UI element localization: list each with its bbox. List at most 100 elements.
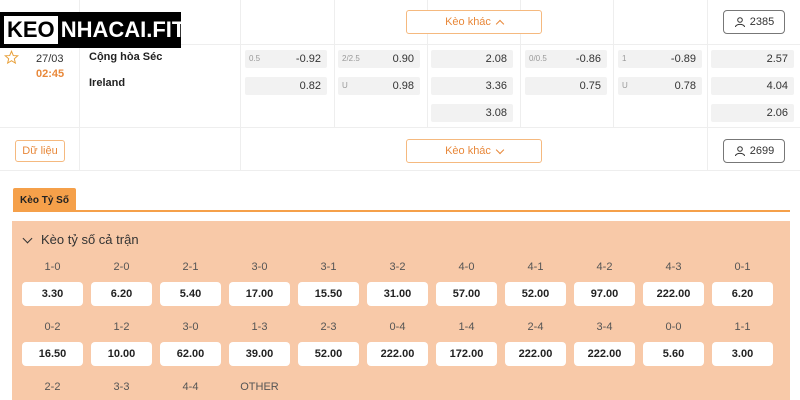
score-odds-button[interactable]: 6.20 <box>712 282 773 306</box>
score-label: 2-4 <box>527 321 544 333</box>
score-odds-button[interactable]: 6.20 <box>91 282 152 306</box>
odds-cell[interactable]: 4.04 <box>711 77 794 95</box>
score-label: 3-4 <box>596 321 613 333</box>
total-line: U <box>622 81 628 90</box>
score-label: 4-4 <box>182 381 199 393</box>
score-odds-button[interactable]: 16.50 <box>22 342 83 366</box>
odds-value: 4.04 <box>766 80 788 92</box>
score-odds-button[interactable]: 62.00 <box>160 342 221 366</box>
score-odds-button[interactable]: 222.00 <box>574 342 635 366</box>
odds-cell[interactable]: 0/0.5 -0.86 <box>525 50 607 68</box>
score-odds-button[interactable]: 17.00 <box>229 282 290 306</box>
odds-value: 3.08 <box>485 107 507 119</box>
score-label: 3-0 <box>182 321 199 333</box>
odds-value: -0.89 <box>670 53 696 65</box>
odds-cell[interactable]: 2.08 <box>431 50 513 68</box>
odds-value: 2.57 <box>766 53 788 65</box>
handicap-line: 0.5 <box>249 54 261 63</box>
odds-cell[interactable]: 2.06 <box>711 104 794 122</box>
total-line: U <box>342 81 348 90</box>
score-label: 1-1 <box>734 321 751 333</box>
data-button-label: Dữ liệu <box>22 145 58 157</box>
odds-cell[interactable]: 3.36 <box>431 77 513 95</box>
row-divider <box>0 170 800 171</box>
user-icon <box>734 146 745 157</box>
score-label: 2-0 <box>113 261 130 273</box>
score-label: 1-4 <box>458 321 475 333</box>
score-label: OTHER <box>240 381 279 393</box>
chevron-up-icon <box>495 19 505 28</box>
more-odds-label: Kèo khác <box>445 16 491 28</box>
score-odds-button[interactable]: 222.00 <box>643 282 704 306</box>
odds-value: 3.36 <box>485 80 507 92</box>
odds-cell[interactable]: 3.08 <box>431 104 513 122</box>
panel-title: Kèo tỷ số cả trận <box>41 232 139 247</box>
score-label: 2-1 <box>182 261 199 273</box>
score-odds-button[interactable]: 3.00 <box>712 342 773 366</box>
score-odds-button[interactable]: 31.00 <box>367 282 428 306</box>
score-label: 1-3 <box>251 321 268 333</box>
score-odds-button[interactable]: 3.30 <box>22 282 83 306</box>
column-divider <box>613 0 614 128</box>
odds-value: 0.90 <box>392 53 414 65</box>
score-odds-button[interactable]: 52.00 <box>505 282 566 306</box>
score-label: 0-2 <box>44 321 61 333</box>
away-team[interactable]: Ireland <box>89 77 125 89</box>
odds-cell[interactable]: 0.82 <box>245 77 327 95</box>
correct-score-panel: Kèo tỷ số cả trận 1-0 3.30 2-0 6.20 2-1 5.40 3… <box>12 221 790 400</box>
odds-cell[interactable]: 1 -0.89 <box>618 50 702 68</box>
more-odds-label: Kèo khác <box>445 145 491 157</box>
score-odds-button[interactable]: 222.00 <box>505 342 566 366</box>
odds-cell[interactable]: 0.5 -0.92 <box>245 50 327 68</box>
score-label: 2-3 <box>320 321 337 333</box>
odds-cell[interactable]: U 0.98 <box>338 77 420 95</box>
stats-count-button[interactable]: 2699 <box>723 139 785 163</box>
handicap-line: 0/0.5 <box>529 54 547 63</box>
chevron-down-icon <box>495 145 505 154</box>
odds-cell[interactable]: 0.75 <box>525 77 607 95</box>
stats-count-button[interactable]: 2385 <box>723 10 785 34</box>
score-odds-button[interactable]: 15.50 <box>298 282 359 306</box>
tab-correct-score[interactable]: Kèo Tỷ Số <box>13 188 76 212</box>
score-label: 0-4 <box>389 321 406 333</box>
column-divider <box>707 0 708 170</box>
score-odds-button[interactable]: 5.60 <box>643 342 704 366</box>
odds-cell[interactable]: 2.57 <box>711 50 794 68</box>
match-date: 27/03 <box>36 53 64 65</box>
score-label: 4-0 <box>458 261 475 273</box>
score-label: 4-1 <box>527 261 544 273</box>
score-odds-button[interactable]: 10.00 <box>91 342 152 366</box>
site-logo[interactable]: KEO NHACAI.FIT <box>0 12 185 48</box>
score-odds-button[interactable]: 5.40 <box>160 282 221 306</box>
score-label: 4-3 <box>665 261 682 273</box>
odds-tab-bar: Kèo Tỷ Số <box>13 188 790 212</box>
stats-count: 2385 <box>749 16 775 28</box>
score-label: 2-2 <box>44 381 61 393</box>
favorite-star-icon[interactable] <box>4 50 19 65</box>
score-odds-button[interactable]: 39.00 <box>229 342 290 366</box>
chevron-down-icon <box>22 233 33 243</box>
total-line: 2/2.5 <box>342 54 360 63</box>
score-label: 1-2 <box>113 321 130 333</box>
home-team[interactable]: Cộng hòa Séc <box>89 51 162 63</box>
column-divider <box>240 0 241 170</box>
odds-cell[interactable]: 2/2.5 0.90 <box>338 50 420 68</box>
more-odds-button[interactable]: Kèo khác <box>406 10 542 34</box>
logo-domain: NHACAI.FIT <box>60 17 186 42</box>
score-odds-button[interactable]: 222.00 <box>367 342 428 366</box>
stats-count: 2699 <box>749 145 775 157</box>
score-odds-button[interactable]: 52.00 <box>298 342 359 366</box>
odds-value: 0.78 <box>674 80 696 92</box>
logo-keo: KEO <box>4 16 58 44</box>
score-odds-button[interactable]: 57.00 <box>436 282 497 306</box>
row-divider <box>0 127 800 128</box>
score-odds-button[interactable]: 172.00 <box>436 342 497 366</box>
score-label: 4-2 <box>596 261 613 273</box>
score-odds-button[interactable]: 97.00 <box>574 282 635 306</box>
data-button[interactable]: Dữ liệu <box>15 140 65 162</box>
odds-cell[interactable]: U 0.78 <box>618 77 702 95</box>
more-odds-button[interactable]: Kèo khác <box>406 139 542 163</box>
panel-header[interactable]: Kèo tỷ số cả trận <box>21 232 139 247</box>
odds-value: 2.08 <box>485 53 507 65</box>
score-label: 3-3 <box>113 381 130 393</box>
